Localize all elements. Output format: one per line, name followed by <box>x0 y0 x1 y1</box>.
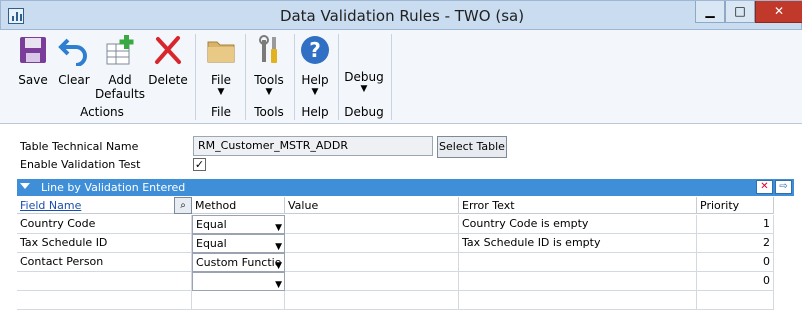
debug-group-label: Debug <box>344 105 384 119</box>
close-button[interactable]: ✕ <box>755 1 802 23</box>
minimize-button[interactable]: ▁ <box>695 1 725 23</box>
table-row-error-text[interactable]: Tax Schedule ID is empty <box>459 234 697 253</box>
table-row-field-name[interactable]: Contact Person <box>17 253 192 272</box>
debug-dropdown-icon: ▼ <box>360 84 368 94</box>
ribbon-separator <box>294 34 295 120</box>
add-grid-icon <box>106 35 134 65</box>
help-question-icon: ? <box>301 36 329 64</box>
method-value: Equal <box>196 237 227 250</box>
table-row-blank[interactable] <box>285 291 459 310</box>
table-name-label: Table Technical Name <box>20 140 139 153</box>
table-row-value[interactable] <box>285 253 459 272</box>
undo-arrow-icon <box>58 38 87 67</box>
window-title: Data Validation Rules - TWO (sa) <box>279 7 525 25</box>
table-row-field-name[interactable] <box>17 272 192 291</box>
table-row-method-select[interactable]: Equal ▼ <box>192 215 285 234</box>
collapse-toggle-icon[interactable] <box>20 183 30 189</box>
table-name-field[interactable]: RM_Customer_MSTR_ADDR <box>193 136 433 156</box>
help-group-label: Help <box>301 105 329 119</box>
insert-row-icon[interactable]: ⇨ <box>775 180 792 194</box>
help-label: Help <box>301 73 329 87</box>
clear-button[interactable]: Clear <box>56 34 92 87</box>
file-label: File <box>210 73 232 87</box>
delete-x-icon <box>155 36 181 64</box>
svg-text:?: ? <box>309 38 321 62</box>
table-row-priority[interactable]: 2 <box>697 234 774 253</box>
ribbon-separator <box>338 34 339 120</box>
chevron-down-icon: ▼ <box>275 280 282 290</box>
table-row-error-text[interactable] <box>459 272 697 291</box>
ribbon-separator <box>195 34 196 120</box>
title-bar: Data Validation Rules - TWO (sa) ▁ □ ✕ <box>0 0 802 30</box>
error-text-column-header: Error Text <box>459 197 697 214</box>
value-column-header: Value <box>285 197 459 214</box>
chevron-down-icon: ▼ <box>275 223 282 233</box>
table-row-blank[interactable] <box>17 291 192 310</box>
chevron-down-icon: ▼ <box>275 242 282 252</box>
method-value: Equal <box>196 218 227 231</box>
table-row-method-select[interactable]: Equal ▼ <box>192 234 285 253</box>
method-value: Custom Functio <box>196 256 282 269</box>
table-row-priority[interactable]: 0 <box>697 253 774 272</box>
floppy-disk-icon <box>20 37 46 63</box>
file-menu-button[interactable]: File ▼ <box>202 34 240 97</box>
add-defaults-button[interactable]: Add Defaults <box>94 34 146 101</box>
ribbon-separator <box>391 34 392 120</box>
tools-label: Tools <box>254 73 284 87</box>
method-column-header: Method <box>192 197 285 214</box>
add-defaults-label-2: Defaults <box>94 87 146 101</box>
save-label: Save <box>18 73 48 87</box>
delete-row-icon[interactable]: ✕ <box>756 180 773 194</box>
field-name-column-header[interactable]: Field Name <box>17 197 192 214</box>
debug-label: Debug <box>344 70 384 84</box>
folder-icon <box>207 41 235 63</box>
table-row-priority[interactable]: 1 <box>697 215 774 234</box>
table-row-error-text[interactable]: Country Code is empty <box>459 215 697 234</box>
enable-validation-checkbox[interactable]: ✓ <box>193 158 206 171</box>
debug-menu-button[interactable]: Debug ▼ <box>342 70 386 94</box>
select-table-button[interactable]: Select Table <box>437 136 507 158</box>
help-dropdown-icon: ▼ <box>311 87 319 97</box>
table-row-field-name[interactable]: Tax Schedule ID <box>17 234 192 253</box>
table-row-blank[interactable] <box>192 291 285 310</box>
table-row-value[interactable] <box>285 272 459 291</box>
maximize-button[interactable]: □ <box>725 1 755 23</box>
table-row-value[interactable] <box>285 234 459 253</box>
delete-button[interactable]: Delete <box>148 34 188 87</box>
table-row-method-select[interactable]: ▼ <box>192 272 285 291</box>
lookup-icon[interactable]: ⌕ <box>174 197 192 214</box>
tools-group-label: Tools <box>254 105 284 119</box>
add-defaults-label: Add <box>108 73 132 87</box>
scrolling-window-header: Line by Validation Entered ✕ ⇨ <box>17 179 794 196</box>
delete-label: Delete <box>148 73 188 87</box>
clear-label: Clear <box>58 73 90 87</box>
chevron-down-icon: ▼ <box>275 261 282 271</box>
enable-validation-label: Enable Validation Test <box>20 158 141 171</box>
table-row-blank[interactable] <box>697 291 774 310</box>
table-row-value[interactable] <box>285 215 459 234</box>
ribbon: Save Clear Add Defaults Delete Actions F… <box>0 30 802 124</box>
table-row-priority[interactable]: 0 <box>697 272 774 291</box>
priority-column-header: Priority <box>697 197 774 214</box>
actions-group-label: Actions <box>80 105 124 119</box>
tools-menu-button[interactable]: Tools ▼ <box>250 34 288 97</box>
save-button[interactable]: Save <box>12 34 54 87</box>
ribbon-separator <box>245 34 246 120</box>
table-row-field-name[interactable]: Country Code <box>17 215 192 234</box>
scrolling-window-title: Line by Validation Entered <box>41 181 186 194</box>
file-group-label: File <box>210 105 232 119</box>
file-dropdown-icon: ▼ <box>217 87 225 97</box>
tools-dropdown-icon: ▼ <box>265 87 273 97</box>
table-row-error-text[interactable] <box>459 253 697 272</box>
table-row-blank[interactable] <box>459 291 697 310</box>
table-row-method-select[interactable]: Custom Functio ▼ <box>192 253 285 272</box>
help-menu-button[interactable]: ? Help ▼ <box>297 34 333 97</box>
tools-icon <box>259 35 277 63</box>
